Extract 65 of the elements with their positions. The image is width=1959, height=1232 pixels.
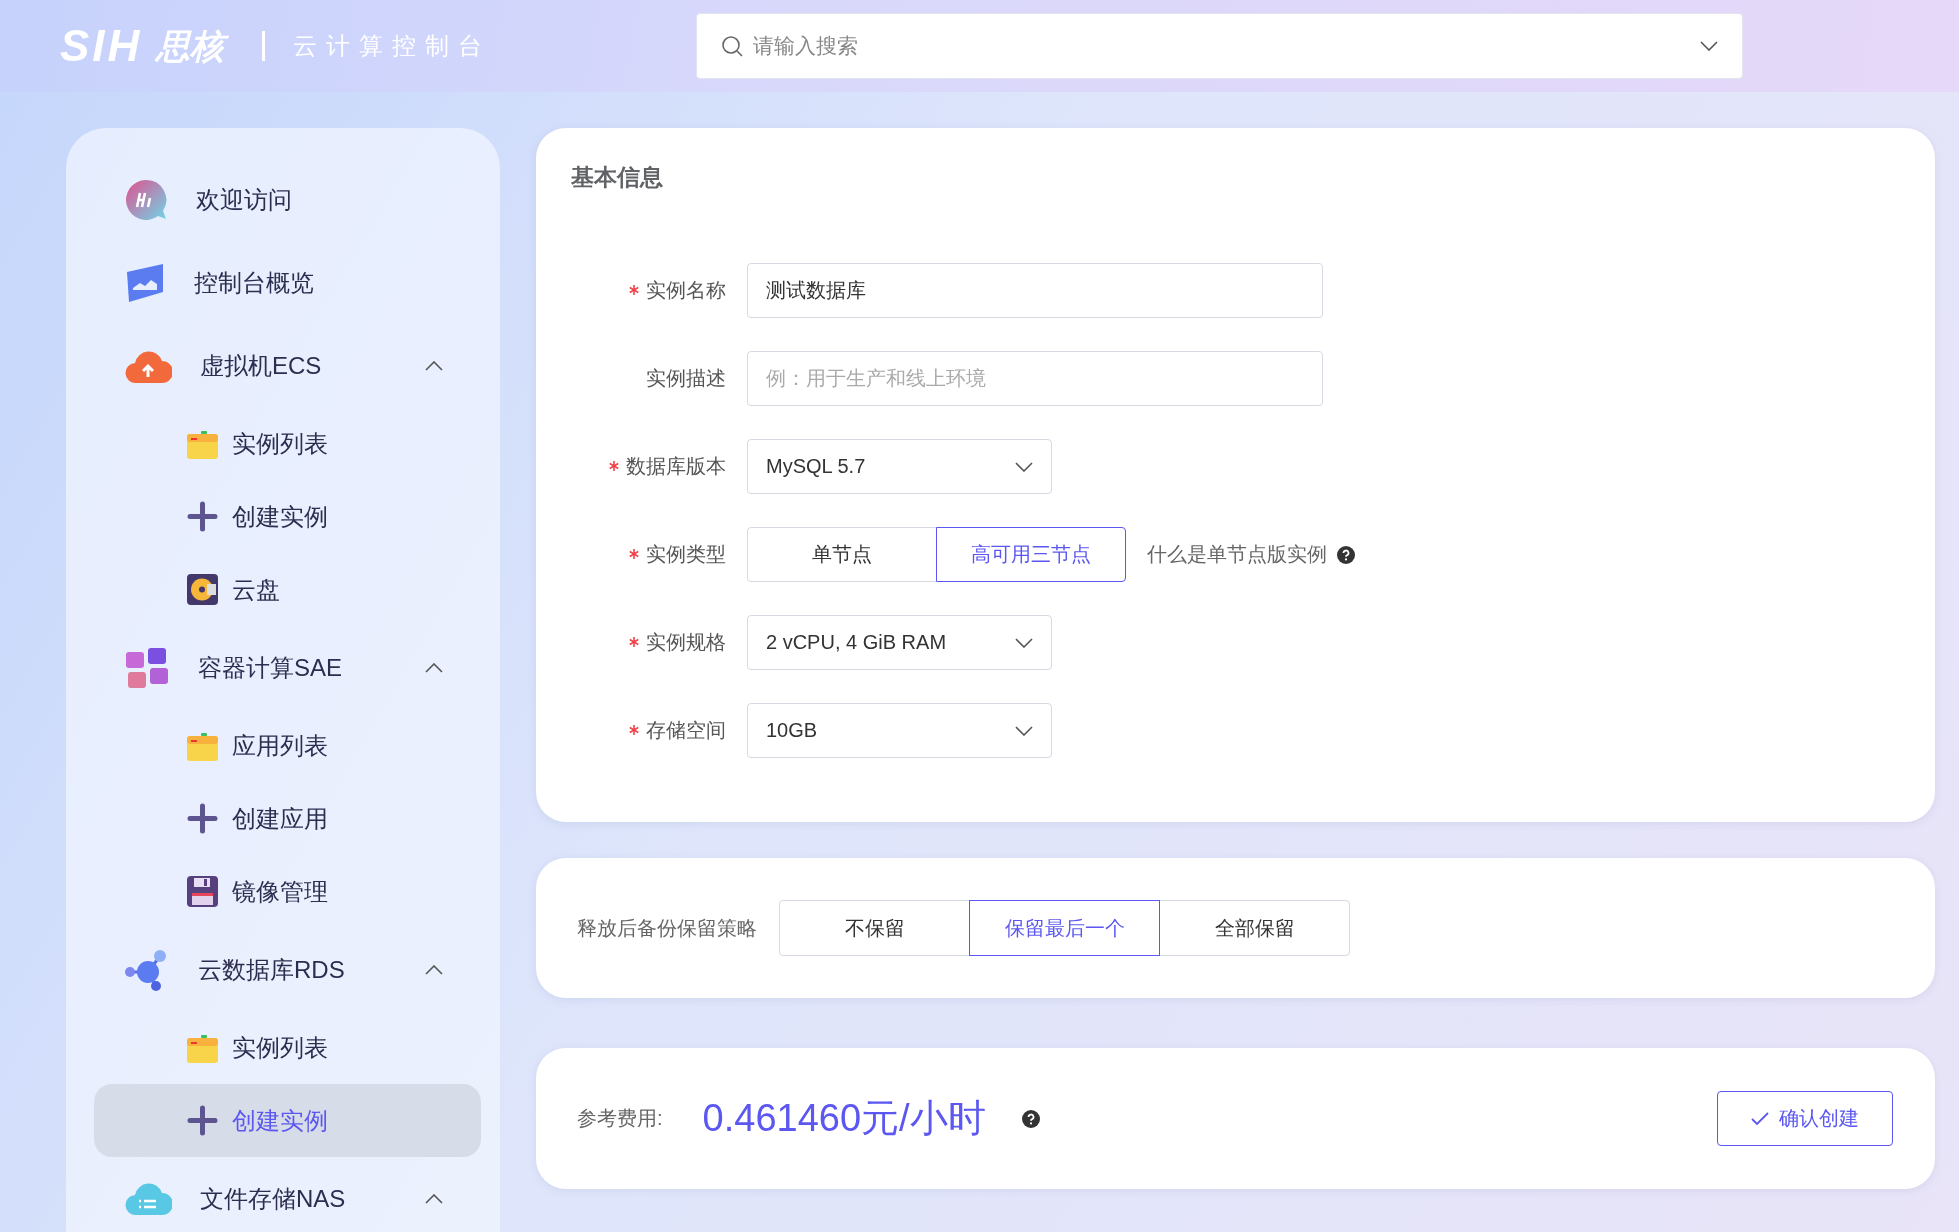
chart-card-icon [124, 261, 166, 304]
sidebar-subitem[interactable]: 创建应用 [94, 782, 481, 855]
field-label: 实例描述 [645, 366, 727, 391]
search-input[interactable]: 请输入搜索 [751, 33, 1693, 59]
sidebar-subitem[interactable]: 应用列表 [94, 709, 481, 782]
chevron-icon [425, 1193, 443, 1204]
sidebar-item[interactable]: 云数据库RDS [94, 928, 481, 1011]
segment-option[interactable]: 保留最后一个 [969, 900, 1160, 956]
chevron-icon [425, 964, 443, 975]
caret-icon [1015, 461, 1033, 472]
field-label: 实例规格 [571, 629, 747, 656]
field-label: 数据库版本 [571, 453, 747, 480]
required-asterisk-icon [609, 461, 619, 471]
required-asterisk-icon [629, 725, 639, 735]
plus-icon [187, 1105, 218, 1136]
caret-icon [1015, 637, 1033, 648]
plus-icon [187, 803, 218, 834]
text-field[interactable]: 测试数据库 [747, 263, 1323, 318]
hi-bubble-icon [124, 177, 168, 222]
folder-icon [187, 1032, 218, 1063]
search-field[interactable]: 请输入搜索 [696, 13, 1744, 79]
folder-icon [187, 730, 218, 761]
required-asterisk-icon [629, 637, 639, 647]
required-asterisk-icon [629, 285, 639, 295]
caret-icon [1700, 41, 1719, 51]
field-label: 存储空间 [571, 717, 747, 744]
sidebar-item[interactable]: 虚拟机ECS [94, 324, 481, 407]
caret-icon [1015, 725, 1033, 736]
cost-label: 参考费用: [577, 1106, 663, 1131]
chevron-icon [425, 662, 443, 673]
select-field[interactable]: 2 vCPU, 4 GiB RAM [747, 615, 1052, 670]
question-icon[interactable] [1021, 1109, 1040, 1128]
select-field[interactable]: MySQL 5.7 [747, 439, 1052, 494]
sidebar-subitem[interactable]: 云盘 [94, 553, 481, 626]
field-label: 实例类型 [571, 541, 747, 568]
select-field[interactable]: 10GB [747, 703, 1052, 758]
check-icon [1751, 1111, 1769, 1126]
sidebar-item[interactable]: 控制台概览 [94, 241, 481, 324]
search-icon [721, 35, 744, 57]
text-field[interactable]: 例：用于生产和线上环境 [747, 351, 1323, 406]
field-label: 释放后备份保留策略 [577, 915, 757, 941]
card-title: 基本信息 [571, 163, 664, 192]
question-icon[interactable] [1337, 545, 1355, 564]
sidebar-subitem[interactable]: 实例列表 [94, 1011, 481, 1084]
folder-icon [187, 428, 218, 459]
sidebar-item[interactable]: 文件存储NAS [94, 1157, 481, 1232]
sidebar-subitem[interactable]: 创建实例 [94, 480, 481, 553]
confirm-button[interactable]: 确认创建 [1717, 1091, 1893, 1146]
segment-option[interactable]: 高可用三节点 [936, 527, 1126, 582]
segment-option[interactable]: 单节点 [747, 527, 937, 582]
sidebar-item[interactable]: 欢迎访问 [94, 158, 481, 241]
sidebar-subitem[interactable]: 实例列表 [94, 407, 481, 480]
grid-blocks-icon [124, 645, 170, 690]
chevron-icon [425, 360, 443, 371]
segment-option[interactable]: 全部保留 [1159, 900, 1350, 956]
help-text: 什么是单节点版实例 [1147, 542, 1327, 567]
sidebar-subitem[interactable]: 创建实例 [94, 1084, 481, 1157]
segment-option[interactable]: 不保留 [779, 900, 970, 956]
field-label: 实例名称 [571, 277, 747, 304]
sidebar-item[interactable]: 容器计算SAE [94, 626, 481, 709]
brand-logo-mark: SIH [60, 21, 144, 71]
price-text: 0.461460元/小时 [702, 1096, 986, 1141]
plus-icon [187, 501, 218, 532]
required-asterisk-icon [629, 549, 639, 559]
sidebar-subitem[interactable]: 镜像管理 [94, 855, 481, 928]
